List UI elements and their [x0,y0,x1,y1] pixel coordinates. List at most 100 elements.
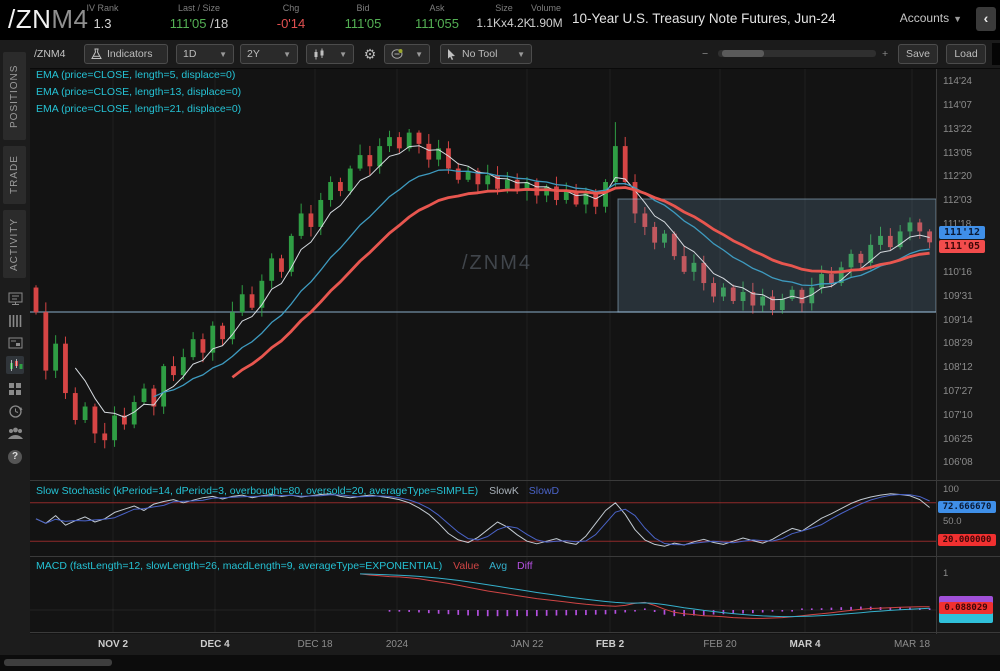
price-axis-label: 107'10 [943,410,973,421]
study-label-ema21[interactable]: EMA (price=CLOSE, length=21, displace=0) [36,103,241,115]
time-axis-label: JAN 22 [511,639,544,650]
time-scrollbar-thumb[interactable] [722,50,764,57]
trade-screen-icon[interactable] [6,334,24,352]
study-label-ema5[interactable]: EMA (price=CLOSE, length=5, displace=0) [36,69,235,81]
chevron-down-icon: ▼ [511,50,525,59]
price-axis-label: 108'12 [943,362,973,373]
symbol-root: /ZN [8,4,51,34]
left-sidebar: POSITIONS TRADE ACTIVITY ? [0,40,30,671]
time-axis-label: NOV 2 [98,639,128,650]
field-ask: Ask 111'055 [404,3,470,31]
collapse-panel-button[interactable]: ‹ [976,7,996,31]
watchlist-icon[interactable] [6,312,24,330]
indicators-button[interactable]: Indicators [84,44,168,64]
flask-icon [91,48,102,60]
price-axis-label: 113'05 [943,148,972,159]
app-window: /ZNM4 IV Rank 1.3 Last / Size 111'05 /18… [0,0,1000,671]
field-chg: Chg -0'14 [262,3,320,31]
range-dropdown[interactable]: 2Y▼ [240,44,298,64]
time-axis-label: DEC 18 [297,639,332,650]
time-axis-label: MAR 4 [789,639,820,650]
lower-axis-label: 50.0 [943,516,962,527]
price-axis-label: 108'29 [943,338,973,349]
header-bar: /ZNM4 IV Rank 1.3 Last / Size 111'05 /18… [0,0,1000,40]
time-axis-label: MAR 18 [894,639,930,650]
time-axis-label: 2024 [386,639,408,650]
lower-axis-label: 100 [943,484,959,495]
field-iv-rank: IV Rank 1.3 [75,3,130,31]
panel-separator[interactable] [30,556,1000,557]
grid-icon[interactable] [6,380,24,398]
bottom-scrollbar[interactable] [0,655,1000,671]
candlestick-icon [313,48,326,61]
price-axis-label: 112'20 [943,171,972,182]
people-icon[interactable] [6,424,24,442]
chevron-down-icon: ▼ [213,50,227,59]
price-axis-label: 106'25 [943,434,973,445]
axis-separator [936,68,937,634]
time-scrollbar[interactable] [718,50,876,57]
stoch-slowk-bubble: 72.666670 [938,501,996,513]
chevron-down-icon: ▼ [409,50,423,59]
bottom-scrollbar-thumb[interactable] [4,659,112,666]
price-axis-label: 114'24 [943,76,972,87]
field-bid: Bid 111'05 [332,3,394,31]
price-axis-label: 109'14 [943,315,973,326]
help-icon[interactable]: ? [6,448,24,466]
panel-separator[interactable] [30,480,1000,481]
active-tool-dropdown[interactable]: No Tool▼ [440,44,532,64]
drawing-set-icon [391,48,405,60]
load-button[interactable]: Load [946,44,986,64]
price-axis-label: 109'31 [943,291,973,302]
chevron-down-icon: ▼ [333,50,347,59]
field-last-size: Last / Size 111'05 /18 [155,3,243,31]
instrument-title: 10-Year U.S. Treasury Note Futures, Jun-… [572,11,836,26]
sidebar-tab-activity[interactable]: ACTIVITY [3,210,26,278]
macd-value-legend: Value [453,560,479,572]
macd-avg-legend: Avg [489,560,507,572]
sidebar-tab-trade[interactable]: TRADE [3,146,26,204]
accounts-menu[interactable]: Accounts▼ [900,11,962,25]
monitor-icon[interactable] [6,290,24,308]
price-axis-label: 114'07 [943,100,972,111]
chevron-down-icon: ▼ [277,50,291,59]
chart-settings-gear[interactable]: ⚙ [360,44,380,64]
time-axis-label: FEB 20 [703,639,736,650]
macd-value-bubble: 0.088029 [939,602,993,614]
price-axis-label: 107'27 [943,386,973,397]
last-price-bubble: 111'05 [939,240,985,253]
lower-axis-label: 1 [943,568,948,579]
slowk-legend: SlowK [489,485,519,497]
sidebar-tab-positions[interactable]: POSITIONS [3,52,26,140]
zoom-in-button[interactable]: + [882,44,894,64]
field-volume: Volume 1.90M [521,3,571,30]
stoch-oversold-bubble: 20.000000 [938,534,996,546]
panel-separator [30,632,1000,633]
time-axis-label: FEB 2 [596,639,624,650]
timeframe-dropdown[interactable]: 1D▼ [176,44,234,64]
chart-toolbar: /ZNM4 Indicators 1D▼ 2Y▼ ▼ ⚙ ▼ No Tool▼ … [30,40,1000,69]
price-bubble-blue: 111'12 [939,226,985,239]
chart-icon[interactable] [6,356,24,374]
toolbar-end-spacer [992,43,1000,65]
time-axis: NOV 2DEC 4DEC 182024JAN 22FEB 2FEB 20MAR… [30,634,1000,655]
gear-icon: ⚙ [364,46,377,63]
study-label-ema13[interactable]: EMA (price=CLOSE, length=13, displace=0) [36,86,241,98]
price-axis-gutter: 114'24 114'07 113'22 113'05 112'20 112'03 111'… [937,68,1000,634]
chart-style-dropdown[interactable]: ▼ [306,44,354,64]
study-label-macd[interactable]: MACD (fastLength=12, slowLength=26, macd… [36,560,533,572]
study-label-stochastic[interactable]: Slow Stochastic (kPeriod=14, dPeriod=3, … [36,485,559,497]
price-axis-label: 110'16 [943,267,972,278]
save-button[interactable]: Save [898,44,938,64]
symbol-input[interactable]: /ZNM4 [34,44,80,64]
slowd-legend: SlowD [529,485,559,497]
price-axis-label: 113'22 [943,124,972,135]
price-axis-label: 106'08 [943,457,973,468]
chevron-down-icon: ▼ [953,14,962,24]
macd-diff-legend: Diff [517,560,533,572]
history-clock-icon[interactable] [6,402,24,420]
drawing-set-dropdown[interactable]: ▼ [384,44,430,64]
chart-watermark: /ZNM4 [462,252,532,275]
price-axis-label: 112'03 [943,195,972,206]
zoom-out-button[interactable]: − [702,44,714,64]
